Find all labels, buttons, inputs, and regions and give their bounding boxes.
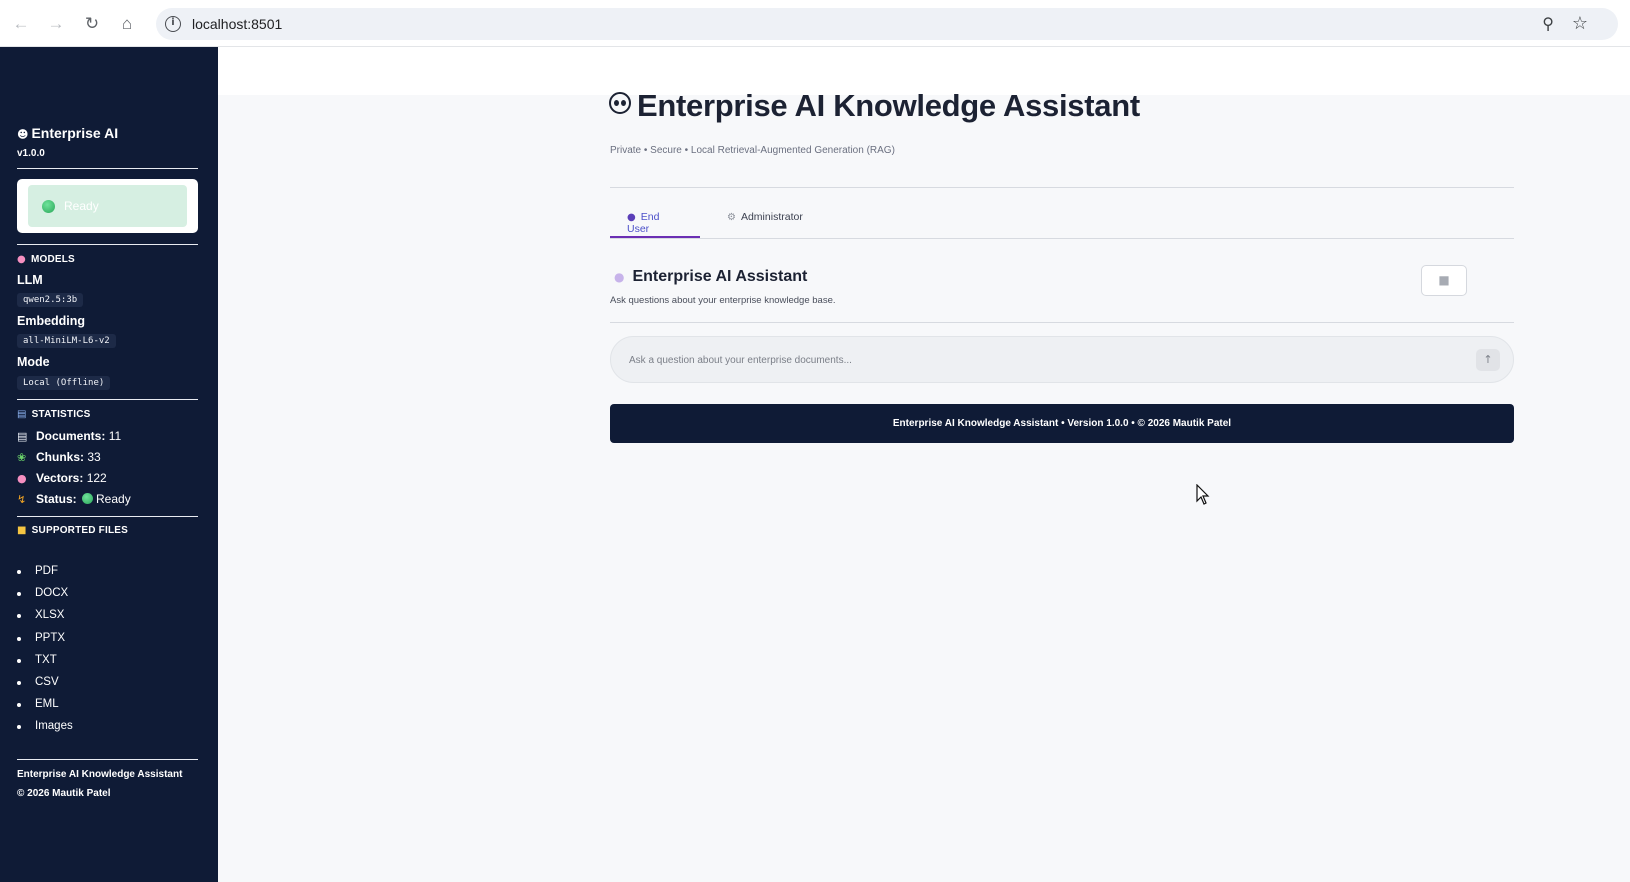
sidebar-version: v1.0.0 [17, 148, 45, 159]
list-item: TXT [17, 654, 73, 676]
page-subtitle: Private • Secure • Local Retrieval-Augme… [610, 145, 895, 156]
page-title: Enterprise AI Knowledge Assistant [609, 88, 1140, 124]
sidebar-brand-text: Enterprise AI [31, 125, 119, 141]
main-divider [610, 187, 1514, 188]
embedding-value: all-MiniLM-L6-v2 [17, 334, 116, 348]
brain-icon: ● [17, 472, 27, 485]
star-icon[interactable]: ☆ [1572, 13, 1588, 34]
status-text: Ready [64, 199, 99, 213]
stat-documents-label: Documents: [36, 429, 106, 443]
gear-icon: ⚙ [727, 212, 736, 223]
sidebar-divider [17, 516, 198, 517]
address-bar[interactable]: i localhost:8501 ⚲ ☆ [156, 8, 1618, 40]
zoom-icon[interactable]: ⚲ [1542, 14, 1554, 34]
stat-vectors-label: Vectors: [36, 471, 84, 485]
chat-input[interactable] [629, 347, 1449, 373]
stat-status-value: Ready [96, 492, 131, 506]
brain-icon: ● [17, 254, 26, 265]
page-title-text: Enterprise AI Knowledge Assistant [637, 88, 1140, 123]
document-icon: ▤ [17, 430, 28, 443]
sidebar-divider [17, 244, 198, 245]
address-url[interactable]: localhost:8501 [192, 16, 282, 32]
stat-vectors-value: 122 [86, 471, 107, 485]
info-icon[interactable]: i [165, 16, 181, 32]
chat-input-container: ↑ [610, 336, 1514, 383]
llm-value: qwen2.5:3b [17, 293, 84, 307]
stat-chunks: ❀ Chunks: 33 [17, 450, 101, 464]
supported-files-list: PDF DOCX XLSX PPTX TXT CSV EML Images [17, 565, 73, 743]
mode-label: Mode [17, 355, 50, 369]
list-item: XLSX [17, 609, 73, 631]
list-item: EML [17, 698, 73, 720]
green-circle-icon [82, 493, 94, 504]
stat-documents-value: 11 [108, 429, 122, 443]
llm-label: LLM [17, 273, 43, 287]
chat-divider [610, 322, 1514, 323]
supported-files-header: ■ SUPPORTED FILES [17, 525, 128, 536]
sidebar-brand: ☻ Enterprise AI [17, 125, 118, 141]
tab-administrator-label: Administrator [740, 211, 803, 223]
status-indicator: Ready [28, 185, 187, 227]
sidebar-divider [17, 168, 198, 169]
chat-title: ● Enterprise AI Assistant [614, 268, 807, 286]
mode-value: Local (Offline) [17, 376, 111, 390]
stat-documents: ▤ Documents: 11 [17, 429, 121, 443]
sidebar-divider [17, 759, 198, 760]
list-item: PDF [17, 565, 73, 587]
puzzle-icon: ❀ [17, 451, 27, 464]
models-header-text: MODELS [30, 254, 75, 265]
lightning-icon: ↯ [17, 493, 27, 506]
chat-title-text: Enterprise AI Assistant [632, 268, 808, 285]
statistics-header-text: STATISTICS [31, 409, 91, 420]
home-icon[interactable]: ⌂ [117, 14, 137, 34]
statistics-header: ▤ STATISTICS [17, 409, 91, 420]
robot-icon [609, 92, 631, 114]
chart-icon: ▤ [17, 409, 27, 420]
list-item: PPTX [17, 632, 73, 654]
tab-administrator[interactable]: ⚙ Administrator [710, 202, 810, 238]
sidebar-divider [17, 399, 198, 400]
arrow-up-icon: ↑ [1483, 353, 1493, 366]
stat-vectors: ● Vectors: 122 [17, 471, 107, 485]
green-circle-icon [42, 200, 55, 213]
supported-files-header-text: SUPPORTED FILES [31, 525, 129, 536]
mouse-cursor-icon [1196, 484, 1210, 505]
user-icon: ● [627, 212, 636, 223]
sidebar-footer-title: Enterprise AI Knowledge Assistant [17, 769, 183, 780]
tab-strip [0, 0, 1630, 6]
stat-status: ↯ Status: Ready [17, 492, 131, 506]
list-item: Images [17, 720, 73, 742]
forward-arrow-icon[interactable]: → [46, 14, 66, 34]
sidebar-footer-copyright: © 2026 Mautik Patel [17, 788, 111, 799]
stat-chunks-label: Chunks: [36, 450, 84, 464]
back-arrow-icon[interactable]: ← [11, 14, 31, 34]
trash-icon: ■ [1438, 273, 1450, 287]
tab-bar-border [610, 238, 1514, 239]
chat-subtitle: Ask questions about your enterprise know… [610, 295, 836, 306]
speech-bubble-icon: ● [614, 270, 625, 284]
stat-status-label: Status: [36, 492, 77, 506]
status-card: Ready [17, 179, 198, 233]
sidebar: ☻ Enterprise AI v1.0.0 Ready ● MODELS LLM … [0, 47, 218, 882]
embedding-label: Embedding [17, 314, 86, 328]
list-item: DOCX [17, 587, 73, 609]
send-button[interactable]: ↑ [1476, 349, 1500, 371]
smiley-icon: ☻ [17, 128, 29, 141]
stat-chunks-value: 33 [87, 450, 101, 464]
folder-icon: ■ [17, 525, 27, 536]
browser-toolbar: ← → ↻ ⌂ i localhost:8501 ⚲ ☆ [0, 0, 1630, 47]
clear-chat-button[interactable]: ■ [1421, 265, 1467, 296]
tab-end-user[interactable]: ● End User [610, 202, 700, 238]
list-item: CSV [17, 676, 73, 698]
reload-icon[interactable]: ↻ [82, 14, 102, 34]
models-header: ● MODELS [17, 254, 75, 265]
app-footer: Enterprise AI Knowledge Assistant • Vers… [610, 404, 1514, 443]
